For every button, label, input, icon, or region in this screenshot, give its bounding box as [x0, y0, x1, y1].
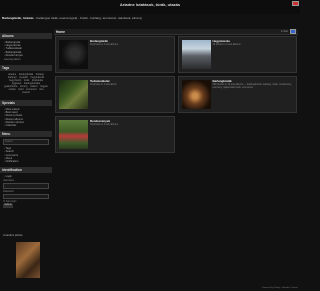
login-link[interactable]: Login [4, 175, 52, 178]
album-thumbnail[interactable] [59, 40, 88, 69]
album-grid: Barlangtúrák 40 photos in 4 sub-albums H… [55, 36, 297, 153]
album-thumbnail[interactable] [59, 120, 88, 149]
username-label: Username [3, 179, 15, 183]
album-link[interactable]: Rendezvények [4, 54, 52, 57]
album-card[interactable]: Rendezvények 39 photos in 2 sub-albums [55, 116, 175, 153]
specials-title[interactable]: Specials [0, 100, 52, 107]
tag-link[interactable]: túra [38, 88, 44, 91]
remember-label: Auto login [5, 200, 17, 204]
subtitle-rest: - barlangos túrák, esemény(ek) - Fotók -… [33, 16, 142, 20]
album-card[interactable]: Barlangbisták 380 photos in 10 sub-album… [177, 76, 297, 113]
specials-list: Most visited Best rated Recent photos Re… [4, 108, 52, 127]
tag-link[interactable]: csoport [21, 91, 31, 94]
tag-link[interactable]: utazás [8, 88, 17, 91]
album-desc: 40 photos in 4 sub-albums [90, 43, 119, 46]
album-card[interactable]: Hegymászás 28 photos in 2 sub-albums [177, 36, 297, 73]
username-field[interactable] [3, 183, 49, 189]
album-desc: 39 photos in 2 sub-albums [90, 123, 119, 126]
home-link[interactable]: Home [56, 30, 65, 34]
albums-title[interactable]: Albums [0, 33, 52, 39]
login-list: Login [4, 175, 52, 178]
menu-link[interactable]: Notification [4, 160, 52, 163]
random-picture-title: A random picture [3, 234, 23, 237]
albums-block: Albums Barlangtúrák Hegymászás Tudástudá… [0, 33, 52, 61]
identification-title[interactable]: Identification [0, 167, 52, 174]
specials-link[interactable]: Calendar [4, 124, 52, 127]
album-desc: 380 photos in 10 sub-albums — barlangbis… [212, 83, 292, 89]
flag-icon[interactable] [290, 29, 296, 34]
main-content: Home A Sort Barlangtúrák 40 photos in 4 … [54, 29, 298, 281]
site-title: Ariadne lutatások, túrák, utazás [119, 2, 181, 7]
remember-checkbox[interactable]: ☐ Auto login [3, 200, 49, 203]
sort-button[interactable]: A Sort [281, 30, 288, 33]
album-thumbnail[interactable] [181, 80, 211, 109]
menu-title[interactable]: Menu [0, 131, 52, 138]
tags-block: Tags ariadne barlangbisták barlang barla… [0, 65, 52, 96]
random-picture-thumbnail[interactable] [16, 242, 40, 278]
toolbar-tools: A Sort [281, 29, 296, 34]
password-field[interactable] [3, 193, 49, 200]
specials-block: Specials Most visited Best rated Recent … [0, 100, 52, 127]
album-desc: 10 photos in 1 sub-album [90, 83, 117, 86]
search-input[interactable]: Search [3, 139, 49, 146]
page-subtitle: Barlangtúrák, túrázás - barlangos túrák,… [2, 16, 298, 20]
album-thumbnail[interactable] [59, 80, 88, 109]
menu-list: Tags Search Comments About Notification [4, 147, 52, 163]
album-desc: 28 photos in 2 sub-albums [212, 43, 241, 46]
albums-more[interactable]: Jelenlegi album [4, 58, 52, 61]
album-info: Rendezvények 39 photos in 2 sub-albums [90, 120, 172, 127]
album-info: Barlangbisták 380 photos in 10 sub-album… [212, 80, 295, 90]
albums-list: Barlangtúrák Hegymászás Tudástudástár Ba… [4, 41, 52, 57]
password-label: Password [3, 189, 14, 193]
footer: Powered by Piwigo · Ariadne Contact [261, 287, 298, 289]
album-info: Hegymászás 28 photos in 2 sub-albums [212, 40, 295, 47]
album-info: Barlangtúrák 40 photos in 4 sub-albums [90, 40, 172, 47]
content-toolbar: Home A Sort [54, 29, 298, 35]
language-flag-icon[interactable] [292, 1, 299, 6]
album-thumbnail[interactable] [181, 40, 211, 69]
album-info: Tudástudástár 10 photos in 1 sub-album [90, 80, 172, 87]
album-card[interactable]: Tudástudástár 10 photos in 1 sub-album [55, 76, 175, 113]
site-banner: Ariadne lutatások, túrák, utazás [0, 0, 300, 14]
album-card[interactable]: Barlangtúrák 40 photos in 4 sub-albums [55, 36, 175, 73]
subtitle-bold: Barlangtúrák, túrázás [2, 16, 34, 20]
menu-block: Menu Search Tags Search Comments About N… [0, 131, 52, 163]
submit-button[interactable]: Submit [3, 204, 13, 208]
identification-block: Identification Login Username Password ☐… [0, 167, 52, 208]
tag-cloud: ariadne barlangbisták barlang barlangi c… [0, 71, 52, 96]
